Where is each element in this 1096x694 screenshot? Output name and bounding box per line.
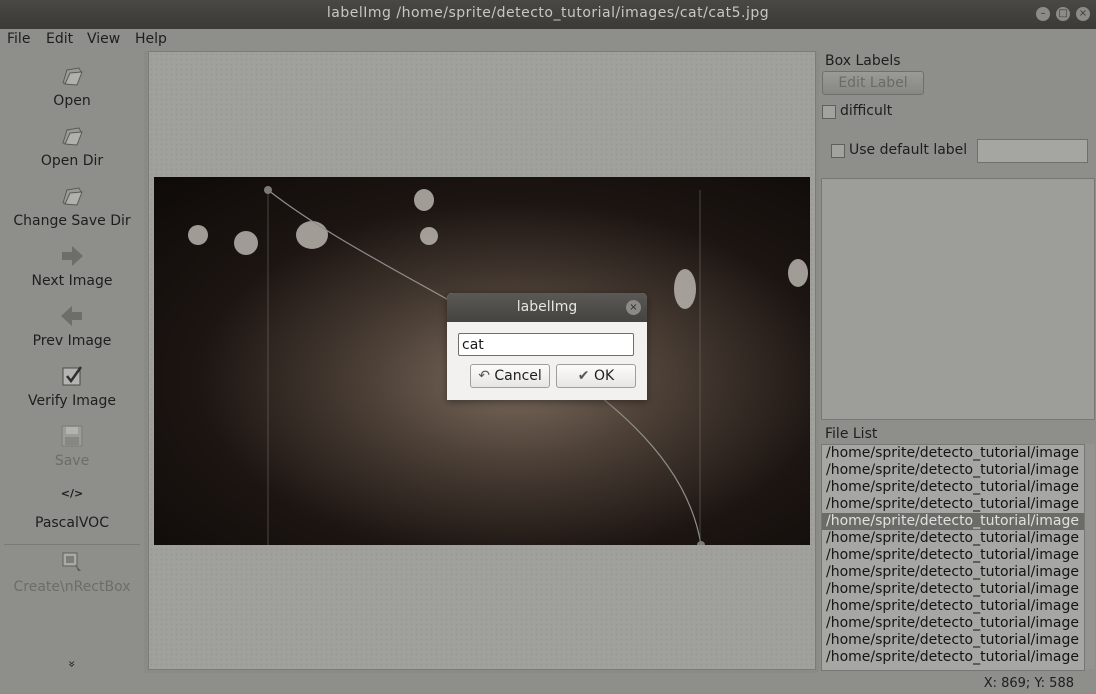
box-label-list[interactable]: [821, 178, 1095, 420]
edit-label-text: Edit Label: [838, 75, 908, 91]
use-default-label-label: Use default label: [849, 142, 968, 158]
create-rect-box-label: Create\nRectBox: [13, 579, 131, 595]
verify-image-button[interactable]: Verify Image: [0, 363, 144, 409]
toolbar: Open Open Dir Change Save Dir Next Image…: [0, 51, 144, 673]
default-label-input[interactable]: [977, 139, 1088, 163]
label-dialog: labelImg × ↶ Cancel ✔ OK: [447, 293, 647, 400]
open-label: Open: [53, 93, 91, 109]
edit-label-button[interactable]: Edit Label: [822, 71, 924, 95]
prev-image-label: Prev Image: [32, 333, 112, 349]
file-list-item[interactable]: /home/sprite/detecto_tutorial/image: [822, 632, 1084, 649]
cursor-coordinates: X: 869; Y: 588: [983, 676, 1074, 691]
open-dir-label: Open Dir: [40, 153, 104, 169]
undo-arrow-icon: ↶: [478, 368, 490, 384]
rect-box-icon: [62, 552, 81, 571]
format-pascalvoc-button[interactable]: PascalVOC: [0, 515, 144, 531]
save-label: Save: [54, 453, 90, 469]
file-list-item[interactable]: /home/sprite/detecto_tutorial/image: [822, 445, 1084, 462]
file-list-item[interactable]: /home/sprite/detecto_tutorial/image: [822, 615, 1084, 632]
floppy-disk-icon: [61, 425, 83, 447]
file-list-item[interactable]: /home/sprite/detecto_tutorial/image: [822, 649, 1084, 666]
menu-view[interactable]: View: [87, 31, 120, 47]
close-window-icon[interactable]: ×: [1076, 7, 1090, 21]
label-input[interactable]: [458, 333, 634, 356]
checkbox-checked-icon: [62, 366, 83, 386]
file-list-title: File List: [825, 426, 878, 442]
open-button[interactable]: Open: [0, 63, 144, 109]
format-icon: </>: [60, 487, 84, 500]
create-rect-box-button[interactable]: Create\nRectBox: [0, 549, 144, 595]
change-save-dir-label: Change Save Dir: [13, 213, 131, 229]
dialog-close-icon[interactable]: ×: [626, 300, 641, 315]
difficult-label: difficult: [840, 103, 893, 119]
box-labels-title: Box Labels: [825, 53, 901, 69]
file-list-item[interactable]: /home/sprite/detecto_tutorial/image: [822, 513, 1084, 530]
right-panel: Box Labels Edit Label difficult Use defa…: [819, 51, 1096, 673]
folder-icon: [62, 127, 83, 146]
change-save-dir-button[interactable]: Change Save Dir: [0, 183, 144, 229]
toolbar-separator: [4, 544, 140, 545]
menu-help[interactable]: Help: [135, 31, 167, 47]
arrow-right-icon: [62, 246, 83, 266]
menu-edit[interactable]: Edit: [46, 31, 73, 47]
file-list-item[interactable]: /home/sprite/detecto_tutorial/image: [822, 479, 1084, 496]
file-list-item[interactable]: /home/sprite/detecto_tutorial/image: [822, 530, 1084, 547]
next-image-label: Next Image: [31, 273, 113, 289]
maximize-icon[interactable]: □: [1056, 7, 1070, 21]
minimize-icon[interactable]: –: [1036, 7, 1050, 21]
difficult-checkbox[interactable]: [822, 105, 836, 119]
menu-file[interactable]: File: [7, 31, 30, 47]
arrow-left-icon: [61, 306, 82, 326]
folder-icon: [62, 67, 83, 86]
verify-image-label: Verify Image: [27, 393, 116, 409]
menu-bar: File Edit View Help: [0, 29, 1096, 51]
file-list-item[interactable]: /home/sprite/detecto_tutorial/image: [822, 547, 1084, 564]
file-list-scrollbar[interactable]: [1084, 444, 1095, 669]
save-button[interactable]: Save: [0, 423, 144, 469]
ok-label: OK: [593, 368, 615, 384]
file-list-item[interactable]: /home/sprite/detecto_tutorial/image: [822, 581, 1084, 598]
file-list-item[interactable]: /home/sprite/detecto_tutorial/image: [822, 462, 1084, 479]
file-list-item[interactable]: /home/sprite/detecto_tutorial/image: [822, 564, 1084, 581]
cancel-button[interactable]: ↶ Cancel: [470, 364, 550, 388]
cancel-label: Cancel: [494, 368, 542, 384]
next-image-button[interactable]: Next Image: [0, 243, 144, 289]
prev-image-button[interactable]: Prev Image: [0, 303, 144, 349]
folder-icon: [62, 187, 83, 206]
status-bar: X: 869; Y: 588: [0, 673, 1096, 694]
file-list-item[interactable]: /home/sprite/detecto_tutorial/image: [822, 598, 1084, 615]
dialog-title: labelImg: [447, 293, 647, 322]
use-default-label-checkbox[interactable]: [831, 144, 845, 158]
file-list-item[interactable]: /home/sprite/detecto_tutorial/image: [822, 496, 1084, 513]
check-icon: ✔: [577, 368, 590, 384]
window-title: labelImg /home/sprite/detecto_tutorial/i…: [326, 5, 770, 21]
ok-button[interactable]: ✔ OK: [556, 364, 636, 388]
window-titlebar: labelImg /home/sprite/detecto_tutorial/i…: [0, 0, 1096, 29]
toolbar-more-icon[interactable]: »: [65, 654, 79, 674]
open-dir-button[interactable]: Open Dir: [0, 123, 144, 169]
file-list[interactable]: /home/sprite/detecto_tutorial/image/home…: [821, 444, 1085, 671]
